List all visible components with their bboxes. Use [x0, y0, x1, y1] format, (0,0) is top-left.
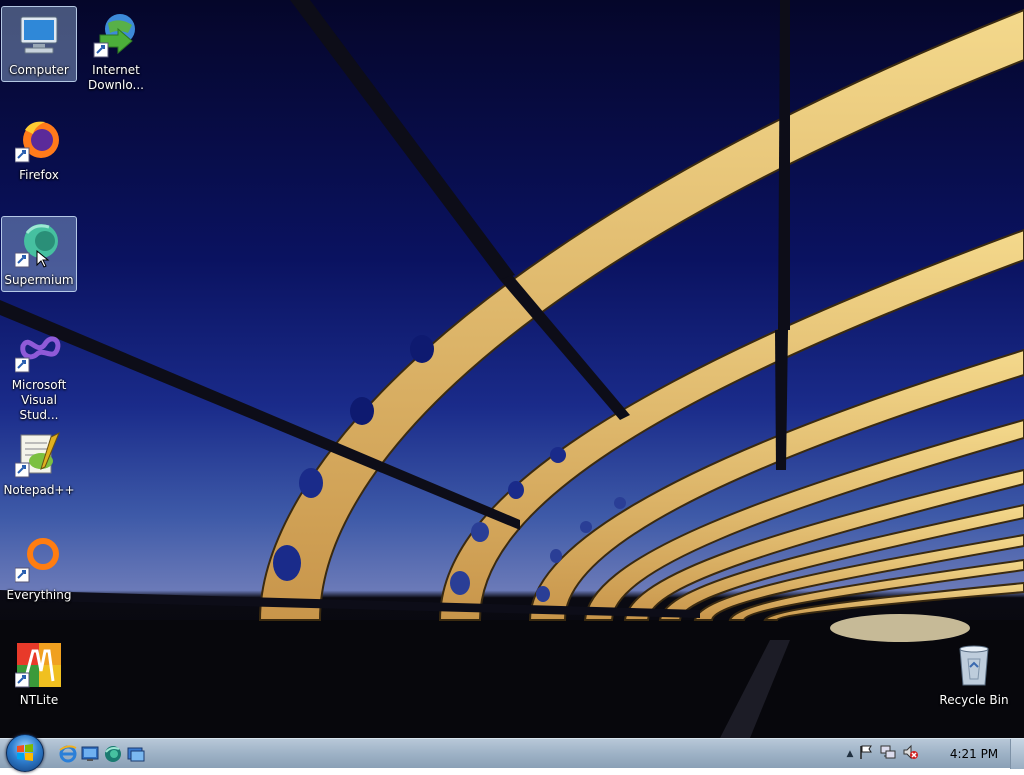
supermium-icon	[14, 221, 63, 269]
action-center-flag-icon[interactable]	[858, 744, 880, 764]
taskbar: ▲ 4:21 PM	[0, 734, 1024, 772]
desktop-icon-label: Recycle Bin	[939, 693, 1009, 707]
desktop-icon-notepad-plus-plus[interactable]: Notepad++	[1, 426, 77, 502]
everything-search-icon	[14, 536, 63, 584]
desktop-icon-recycle-bin[interactable]: Recycle Bin	[936, 636, 1012, 712]
firefox-icon	[14, 116, 63, 164]
notification-area: ▲	[842, 739, 924, 769]
show-desktop-button[interactable]	[1010, 739, 1024, 769]
internet-download-manager-icon	[92, 11, 140, 59]
supermium-icon[interactable]	[103, 744, 123, 764]
desktop-icon-label: Firefox	[19, 168, 59, 182]
desktop-icon-label: Internet Downlo...	[88, 63, 144, 92]
ntlite-icon	[14, 641, 63, 689]
desktop-icon-ntlite[interactable]: NTLite	[1, 636, 77, 712]
desktop-icon-everything[interactable]: Everything	[1, 531, 77, 607]
taskbar-clock[interactable]: 4:21 PM	[948, 739, 1000, 769]
desktop-icon-internet-download-manager[interactable]: Internet Downlo...	[78, 6, 154, 92]
desktop-icon-firefox[interactable]: Firefox	[1, 111, 77, 187]
desktop-icon-label: Computer	[9, 63, 69, 77]
desktop-icon-visual-studio[interactable]: Microsoft Visual Stud...	[1, 321, 77, 422]
desktop-icon-label: Supermium	[4, 273, 74, 287]
show-hidden-icons-chevron-icon[interactable]: ▲	[842, 749, 858, 759]
wallpaper-image	[0, 0, 1024, 738]
window-switcher-icon[interactable]	[126, 744, 146, 764]
show-desktop-icon[interactable]	[80, 744, 100, 764]
network-icon[interactable]	[880, 744, 902, 764]
visual-studio-icon	[14, 326, 63, 374]
desktop-icon-label: Notepad++	[3, 483, 75, 497]
internet-explorer-icon[interactable]	[58, 744, 78, 764]
desktop-icon-computer[interactable]: Computer	[1, 6, 77, 82]
volume-muted-icon[interactable]	[902, 744, 924, 764]
computer-icon	[15, 11, 63, 59]
windows-start-orb-icon[interactable]	[6, 734, 44, 772]
desktop-icon-supermium[interactable]: Supermium	[1, 216, 77, 292]
desktop-icon-label: NTLite	[19, 693, 59, 707]
recycle-bin-icon	[950, 641, 998, 689]
desktop-icon-label: Microsoft Visual Stud...	[11, 378, 67, 422]
desktop-icon-label: Everything	[6, 588, 72, 602]
desktop[interactable]: Computer Internet Downlo... Firefox Supe…	[0, 0, 1024, 738]
notepad-plus-plus-icon	[14, 431, 63, 479]
